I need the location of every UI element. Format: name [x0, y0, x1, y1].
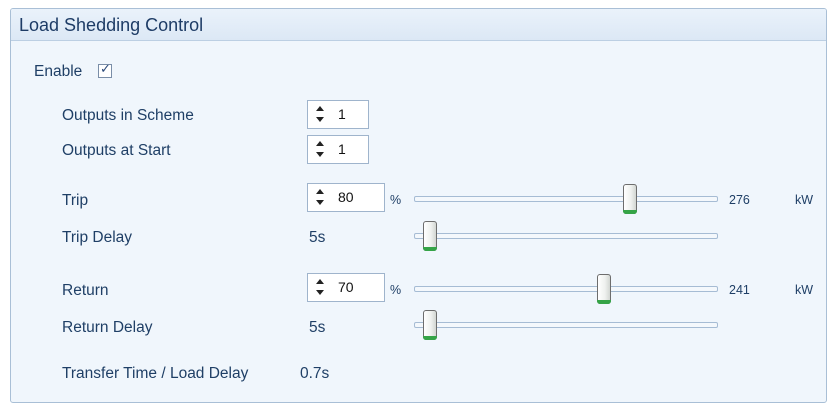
- panel-title: Load Shedding Control: [19, 15, 204, 35]
- return-kw-unit: kW: [795, 283, 814, 297]
- return-slider-thumb[interactable]: [597, 274, 611, 304]
- stepper-arrows-icon[interactable]: [316, 139, 324, 159]
- return-delay-label: Return Delay: [62, 319, 153, 336]
- trip-slider-thumb[interactable]: [623, 184, 637, 214]
- return-label: Return: [62, 282, 109, 299]
- transfer-time-value: 0.7s: [300, 365, 330, 382]
- trip-kw-unit: kW: [795, 193, 814, 207]
- outputs-in-scheme-stepper[interactable]: 1: [307, 100, 369, 129]
- return-kw-value: 241: [729, 283, 750, 297]
- outputs-in-scheme-label: Outputs in Scheme: [62, 107, 194, 124]
- trip-value: 80: [338, 189, 354, 205]
- trip-kw-value: 276: [729, 193, 750, 207]
- stepper-arrows-icon[interactable]: [316, 187, 324, 207]
- stepper-arrows-icon[interactable]: [316, 104, 324, 124]
- return-delay-slider-track[interactable]: [414, 322, 718, 328]
- return-delay-slider-thumb[interactable]: [423, 310, 437, 340]
- trip-delay-slider-thumb[interactable]: [423, 221, 437, 251]
- transfer-time-label: Transfer Time / Load Delay: [62, 365, 249, 382]
- return-slider-track[interactable]: [414, 286, 718, 292]
- return-value: 70: [338, 279, 354, 295]
- checkmark-icon: ✓: [100, 62, 111, 77]
- trip-label: Trip: [62, 192, 89, 209]
- panel-header: Load Shedding Control: [11, 9, 826, 41]
- outputs-in-scheme-value: 1: [338, 106, 346, 122]
- trip-delay-value: 5s: [309, 229, 326, 246]
- trip-delay-label: Trip Delay: [62, 229, 133, 246]
- outputs-at-start-label: Outputs at Start: [62, 142, 171, 159]
- outputs-at-start-value: 1: [338, 141, 346, 157]
- return-delay-value: 5s: [309, 319, 326, 336]
- trip-stepper[interactable]: 80: [307, 183, 385, 212]
- enable-label: Enable: [34, 63, 83, 80]
- stepper-arrows-icon[interactable]: [316, 277, 324, 297]
- trip-delay-slider-track[interactable]: [414, 233, 718, 239]
- trip-slider-track[interactable]: [414, 196, 718, 202]
- enable-checkbox[interactable]: ✓: [98, 62, 112, 78]
- trip-unit: %: [390, 193, 402, 207]
- outputs-at-start-stepper[interactable]: 1: [307, 135, 369, 164]
- return-unit: %: [390, 283, 402, 297]
- load-shedding-panel: Load Shedding Control: [10, 8, 827, 403]
- return-stepper[interactable]: 70: [307, 273, 385, 302]
